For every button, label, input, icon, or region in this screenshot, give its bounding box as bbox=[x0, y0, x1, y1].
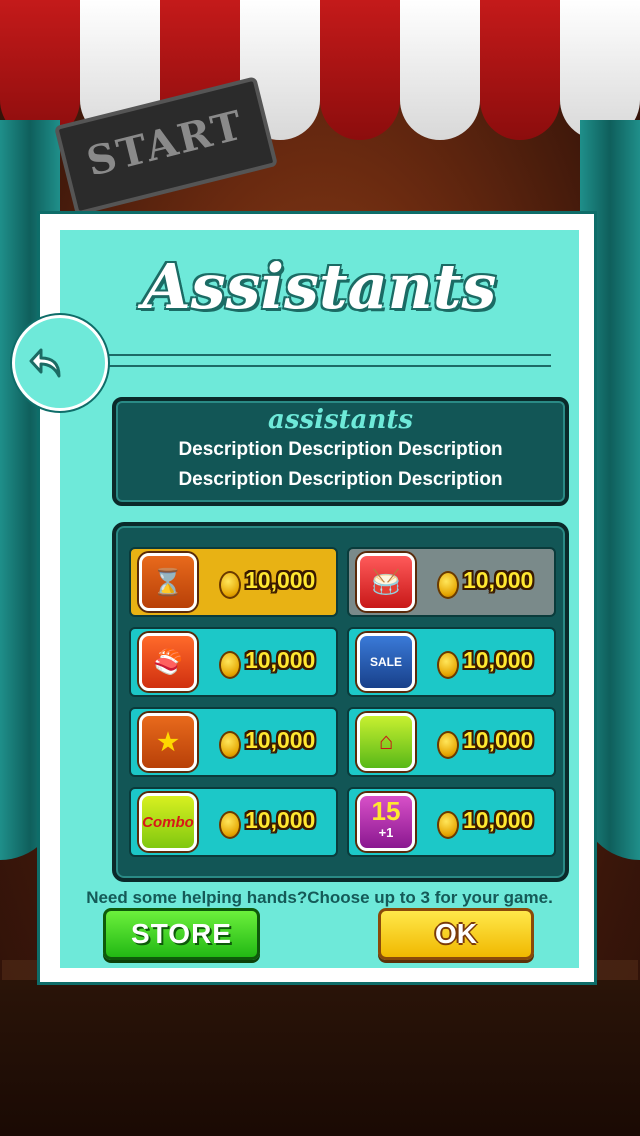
description-title: assistants bbox=[267, 405, 414, 435]
assistant-item-sale-monster[interactable]: SALE 10,000 bbox=[347, 627, 556, 697]
description-line-2: Description Description Description bbox=[178, 469, 503, 490]
coin-icon bbox=[219, 571, 241, 599]
title-divider-top bbox=[89, 354, 551, 356]
item-price: 10,000 bbox=[463, 807, 534, 833]
description-line-1: Description Description Description bbox=[178, 439, 503, 460]
store-button[interactable]: STORE bbox=[103, 908, 260, 960]
item-price: 10,000 bbox=[245, 567, 316, 593]
drum-icon: 🥁 bbox=[357, 553, 415, 611]
assistant-item-sushi[interactable]: 🍣 10,000 bbox=[129, 627, 338, 697]
assistant-grid: ⌛ 10,000 🥁 10,000 🍣 10,000 SALE 10,000 ★… bbox=[112, 522, 569, 882]
plus15-icon: 15 +1 bbox=[357, 793, 415, 851]
assistant-item-plus15[interactable]: 15 +1 10,000 bbox=[347, 787, 556, 857]
assistants-dialog: Assistants assistants Description Descri… bbox=[37, 211, 597, 985]
sushi-icon: 🍣 bbox=[139, 633, 197, 691]
assistant-item-hourglass-star[interactable]: ★ 10,000 bbox=[129, 707, 338, 777]
title-divider-bottom bbox=[89, 365, 551, 367]
hint-text: Need some helping hands?Choose up to 3 f… bbox=[86, 888, 553, 907]
item-price: 10,000 bbox=[463, 727, 534, 753]
house-icon: ⌂ bbox=[357, 713, 415, 771]
hourglass-star-icon: ★ bbox=[139, 713, 197, 771]
item-price: 10,000 bbox=[245, 727, 316, 753]
dialog-panel: Assistants assistants Description Descri… bbox=[60, 230, 579, 968]
coin-icon bbox=[219, 651, 241, 679]
coin-icon bbox=[437, 731, 459, 759]
item-price: 10,000 bbox=[245, 807, 316, 833]
dialog-title: Assistants bbox=[142, 250, 497, 323]
assistant-item-drum[interactable]: 🥁 10,000 bbox=[347, 547, 556, 617]
ok-button[interactable]: OK bbox=[378, 908, 534, 960]
coin-icon bbox=[437, 651, 459, 679]
hourglass-plus-icon: ⌛ bbox=[139, 553, 197, 611]
floor bbox=[0, 980, 640, 1136]
coin-icon bbox=[437, 811, 459, 839]
back-arrow-icon bbox=[29, 348, 61, 378]
description-box: assistants Description Description Descr… bbox=[112, 397, 569, 506]
item-price: 10,000 bbox=[463, 647, 534, 673]
coin-icon bbox=[219, 811, 241, 839]
coin-icon bbox=[437, 571, 459, 599]
assistant-item-combo[interactable]: Combo 10,000 bbox=[129, 787, 338, 857]
coin-icon bbox=[219, 731, 241, 759]
assistant-item-house[interactable]: ⌂ 10,000 bbox=[347, 707, 556, 777]
item-price: 10,000 bbox=[463, 567, 534, 593]
sale-monster-icon: SALE bbox=[357, 633, 415, 691]
assistant-item-hourglass-plus[interactable]: ⌛ 10,000 bbox=[129, 547, 338, 617]
back-button[interactable] bbox=[12, 315, 108, 411]
combo-icon: Combo bbox=[139, 793, 197, 851]
item-price: 10,000 bbox=[245, 647, 316, 673]
